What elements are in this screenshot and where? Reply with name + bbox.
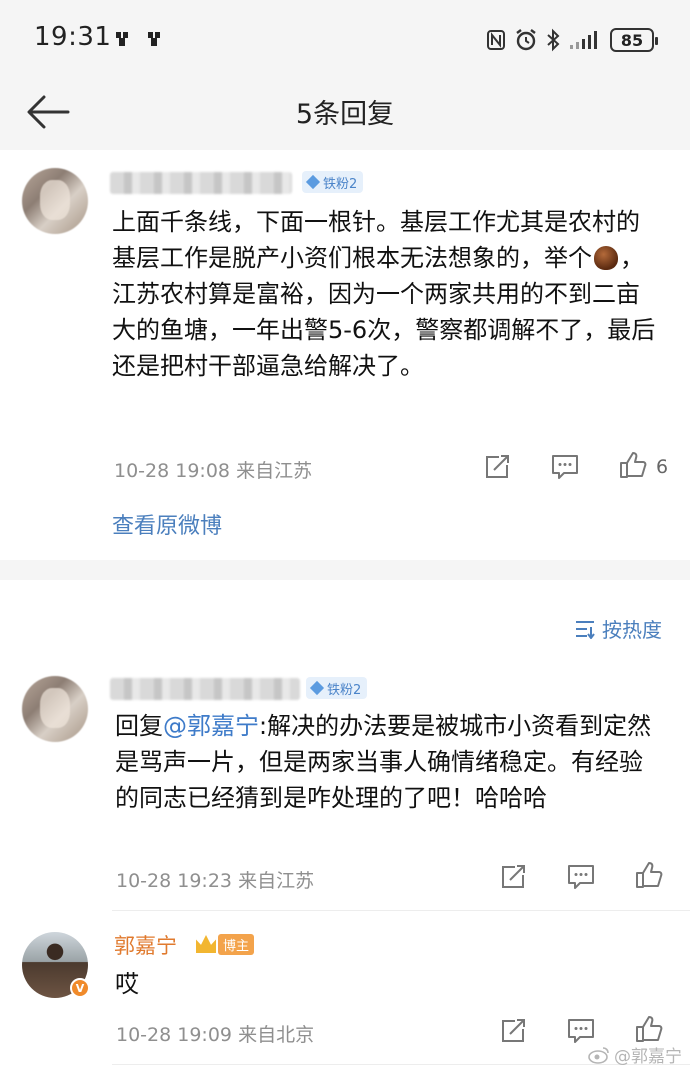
- sort-label: 按热度: [602, 618, 662, 642]
- comment-text-part1: 上面千条线，下面一根针。基层工作尤其是农村的基层工作是脱产小资们根本无法想象的，…: [112, 208, 640, 272]
- share-icon[interactable]: [498, 862, 528, 892]
- alarm-icon: [516, 29, 536, 51]
- mention-link[interactable]: @郭嘉宁: [163, 712, 259, 740]
- diamond-icon: [309, 680, 325, 696]
- app-icon: [148, 32, 160, 46]
- status-icons: 85: [486, 26, 658, 54]
- main-comment-card: 铁粉2 上面千条线，下面一根针。基层工作尤其是农村的基层工作是脱产小资们根本无法…: [0, 150, 690, 560]
- comment-source: 来自江苏: [236, 460, 313, 482]
- app-icon: [116, 32, 128, 46]
- reply-meta: 10-28 19:23 来自江苏: [116, 866, 314, 893]
- like-icon[interactable]: [618, 450, 648, 480]
- reply-source: 来自江苏: [238, 870, 315, 892]
- reply-source: 来自北京: [238, 1024, 315, 1046]
- chestnut-emoji-icon: [594, 246, 618, 270]
- signal-icon: [570, 31, 597, 49]
- comment-time: 10-28 19:08: [114, 460, 231, 482]
- reply-time: 10-28 19:09: [116, 1024, 233, 1046]
- nfc-icon: [487, 30, 505, 50]
- sort-by-heat-button[interactable]: 按热度: [574, 614, 662, 643]
- avatar[interactable]: [22, 676, 88, 742]
- verified-icon: V: [70, 978, 90, 998]
- diamond-icon: [305, 174, 321, 190]
- status-time: 19:31: [34, 22, 112, 52]
- reply-text: 哎: [115, 970, 139, 998]
- share-icon[interactable]: [482, 452, 512, 482]
- blogger-badge: 博主: [196, 933, 255, 955]
- comment-icon[interactable]: [566, 862, 596, 892]
- sort-icon: [576, 620, 595, 639]
- watermark: @郭嘉宁: [588, 1042, 682, 1067]
- avatar[interactable]: [22, 168, 88, 234]
- fan-badge-label: 铁粉2: [327, 682, 362, 698]
- nav-bar: 5条回复: [0, 80, 690, 150]
- reply-time: 10-28 19:23: [116, 870, 233, 892]
- divider: [112, 910, 690, 911]
- fan-badge: 铁粉2: [306, 677, 368, 699]
- comment-icon[interactable]: [550, 452, 580, 482]
- like-icon[interactable]: [634, 860, 664, 890]
- reply-meta: 10-28 19:09 来自北京: [116, 1020, 314, 1047]
- fan-badge-label: 铁粉2: [323, 176, 358, 192]
- username-blurred[interactable]: [110, 172, 292, 194]
- reply-prefix: 回复: [115, 712, 163, 740]
- author-name[interactable]: 郭嘉宁: [114, 930, 177, 960]
- status-bar: 19:31 85: [0, 0, 690, 80]
- weibo-logo-icon: [588, 1046, 609, 1064]
- username-blurred[interactable]: [110, 678, 300, 700]
- replies-card: 按热度 铁粉2 回复@郭嘉宁:解决的办法要是被城市小资看到定然是骂声一片，但是两…: [0, 580, 690, 1073]
- like-icon[interactable]: [634, 1014, 664, 1044]
- battery-icon: 85: [610, 28, 658, 52]
- page-title: 5条回复: [295, 99, 395, 130]
- comment-text: 上面千条线，下面一根针。基层工作尤其是农村的基层工作是脱产小资们根本无法想象的，…: [112, 204, 662, 384]
- view-original-link[interactable]: 查看原微博: [112, 508, 222, 540]
- comment-meta: 10-28 19:08 来自江苏: [114, 456, 312, 483]
- crown-icon: [196, 935, 216, 953]
- watermark-text: @郭嘉宁: [614, 1047, 682, 1067]
- share-icon[interactable]: [498, 1016, 528, 1046]
- reply-text: 回复@郭嘉宁:解决的办法要是被城市小资看到定然是骂声一片，但是两家当事人确情绪稳…: [115, 708, 660, 816]
- bluetooth-icon: [547, 28, 560, 52]
- like-count: 6: [656, 456, 669, 478]
- blogger-label: 博主: [218, 933, 255, 955]
- fan-badge: 铁粉2: [302, 171, 364, 193]
- battery-level: 85: [620, 30, 644, 50]
